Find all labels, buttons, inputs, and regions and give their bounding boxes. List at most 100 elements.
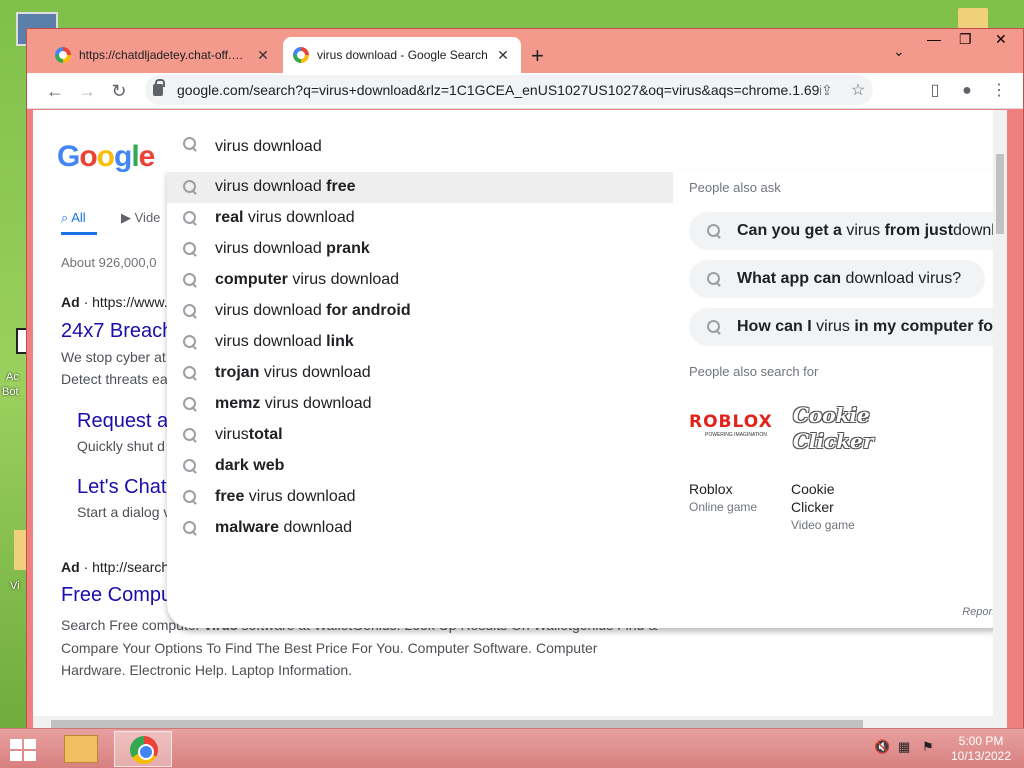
scrollbar-thumb[interactable]	[996, 154, 1004, 234]
close-window-icon[interactable]: ✕	[995, 31, 1007, 48]
new-tab-button[interactable]: +	[531, 43, 544, 69]
desktop-icon-label: Bot	[2, 386, 19, 398]
suggestion-text: trojan virus download	[215, 364, 371, 381]
search-icon	[183, 521, 197, 535]
tab-all[interactable]: ⌕ All	[61, 210, 97, 235]
desktop-icon-label: Vi	[10, 580, 20, 592]
tab-videos[interactable]: ▶ Vide	[121, 210, 160, 226]
search-icon: ⌕	[61, 210, 69, 225]
search-icon	[183, 137, 197, 151]
search-icon	[183, 397, 197, 411]
browser-toolbar: ← → ↻ google.com/search?q=virus+download…	[27, 73, 1023, 109]
taskbar-clock[interactable]: 5:00 PM 10/13/2022	[944, 734, 1018, 764]
entity-description: Online game	[689, 500, 758, 514]
action-center-icon[interactable]: ⚑	[922, 739, 934, 755]
search-input[interactable]: virus download	[215, 138, 322, 156]
search-icon	[183, 366, 197, 380]
bookmark-star-icon[interactable]: ☆	[843, 80, 873, 100]
network-icon[interactable]: ▦	[898, 739, 910, 755]
close-tab-icon[interactable]: ✕	[495, 47, 511, 64]
roblox-tagline: POWERING IMAGINATION	[705, 432, 767, 438]
suggestion-text: virus download for android	[215, 302, 411, 319]
tab-search-chevron-icon[interactable]: ⌄	[893, 43, 905, 60]
suggestion-text: virus download prank	[215, 240, 370, 257]
suggestion-text: dark web	[215, 457, 285, 474]
suggestion-item[interactable]: virus download prank	[167, 234, 673, 265]
tab-chat-off[interactable]: https://chatdljadetey.chat-off.com ✕	[45, 37, 281, 73]
tab-google-search[interactable]: virus download - Google Search ✕	[283, 37, 521, 73]
sitelink-snippet: Start a dialog v	[77, 504, 171, 520]
suggestion-item[interactable]: memz virus download	[167, 389, 673, 420]
ad-line: Ad · http://search	[61, 559, 170, 575]
browser-window: https://chatdljadetey.chat-off.com ✕ vir…	[26, 28, 1024, 732]
result-snippet: Detect threats ea	[61, 371, 168, 387]
lock-icon[interactable]	[153, 79, 165, 96]
suggestion-item[interactable]: virus download for android	[167, 296, 673, 327]
suggestion-item[interactable]: computer virus download	[167, 265, 673, 296]
people-also-ask-heading: People also ask	[689, 180, 781, 195]
address-bar[interactable]: google.com/search?q=virus+download&rlz=1…	[145, 75, 873, 105]
search-icon	[183, 304, 197, 318]
related-entity-roblox[interactable]: Roblox Online game	[689, 480, 785, 514]
sitelink-title[interactable]: Let's Chat	[77, 476, 166, 499]
suggestion-item[interactable]: malware download	[167, 513, 673, 544]
people-also-ask-chip[interactable]: How can I virus in my computer for fr	[689, 308, 1007, 346]
people-also-ask-chip[interactable]: What app can download virus?	[689, 260, 986, 298]
sitelink-title[interactable]: Request a	[77, 410, 168, 433]
suggestion-item[interactable]: virus download free	[167, 172, 673, 203]
more-menu-icon[interactable]: ⋮	[987, 79, 1011, 103]
suggestion-text: computer virus download	[215, 271, 400, 288]
start-windows-icon[interactable]	[10, 739, 38, 761]
google-logo[interactable]: Google	[57, 140, 155, 174]
search-icon	[183, 242, 197, 256]
related-entity-cookie-clicker[interactable]: Cookie Clicker Video game	[791, 480, 887, 532]
suggestion-text: memz virus download	[215, 395, 372, 412]
scrollbar-thumb[interactable]	[51, 720, 863, 728]
chrome-icon	[130, 736, 158, 764]
volume-muted-icon[interactable]: 🔇	[874, 739, 890, 755]
profile-avatar-icon[interactable]: ●	[955, 79, 979, 103]
minimize-icon[interactable]: —	[927, 31, 941, 47]
page-content: Google ⌕ All ▶ Vide About 926,000,0 Ad ·…	[33, 110, 1007, 716]
vertical-scrollbar[interactable]	[993, 110, 1007, 716]
result-title-link[interactable]: 24x7 Breach	[61, 320, 173, 343]
file-explorer-icon[interactable]	[64, 735, 98, 763]
tab-title: virus download - Google Search	[317, 48, 488, 62]
suggestion-list: virus download free real virus download vi…	[167, 172, 673, 544]
address-bar-url[interactable]: google.com/search?q=virus+download&rlz=1…	[177, 82, 821, 98]
suggestion-text: virus download link	[215, 333, 354, 350]
autocomplete-dropdown: virus download free real virus download vi…	[167, 170, 1007, 628]
back-arrow-icon[interactable]: ←	[43, 79, 67, 103]
suggestion-text: free virus download	[215, 488, 356, 505]
cookie-clicker-logo[interactable]: Cookie Clicker	[793, 402, 883, 458]
result-snippet: We stop cyber at	[61, 349, 166, 365]
forward-arrow-icon[interactable]: →	[75, 79, 99, 103]
google-favicon-icon	[293, 47, 309, 63]
maximize-icon[interactable]: ❐	[959, 31, 972, 48]
entity-name: Roblox	[689, 481, 733, 497]
ad-line: Ad · https://www.	[61, 294, 168, 310]
suggestion-item[interactable]: trojan virus download	[167, 358, 673, 389]
suggestion-item[interactable]: virus download link	[167, 327, 673, 358]
search-icon	[183, 211, 197, 225]
people-also-ask-chip[interactable]: Can you get a virus from just downloa	[689, 212, 1007, 250]
search-icon	[707, 272, 721, 286]
suggestion-item[interactable]: virustotal	[167, 420, 673, 451]
results-count: About 926,000,0	[61, 255, 157, 270]
entity-name: Cookie	[791, 481, 835, 497]
chrome-taskbar-button[interactable]	[114, 731, 172, 767]
search-box[interactable]: virus download ×	[167, 124, 1007, 170]
result-snippet: Hardware. Electronic Help. Laptop Inform…	[61, 662, 353, 678]
desktop-folder-icon[interactable]	[958, 8, 988, 30]
suggestion-item[interactable]: real virus download	[167, 203, 673, 234]
suggestion-item[interactable]: free virus download	[167, 482, 673, 513]
search-icon	[707, 320, 721, 334]
side-panel-icon[interactable]: ▯	[923, 79, 947, 103]
suggestion-item[interactable]: dark web	[167, 451, 673, 482]
share-icon[interactable]: ⇪	[821, 82, 843, 99]
search-icon	[183, 490, 197, 504]
suggestion-text: malware download	[215, 519, 352, 536]
reload-icon[interactable]: ↻	[107, 79, 131, 103]
close-tab-icon[interactable]: ✕	[255, 47, 271, 64]
tab-strip: https://chatdljadetey.chat-off.com ✕ vir…	[27, 29, 1023, 73]
